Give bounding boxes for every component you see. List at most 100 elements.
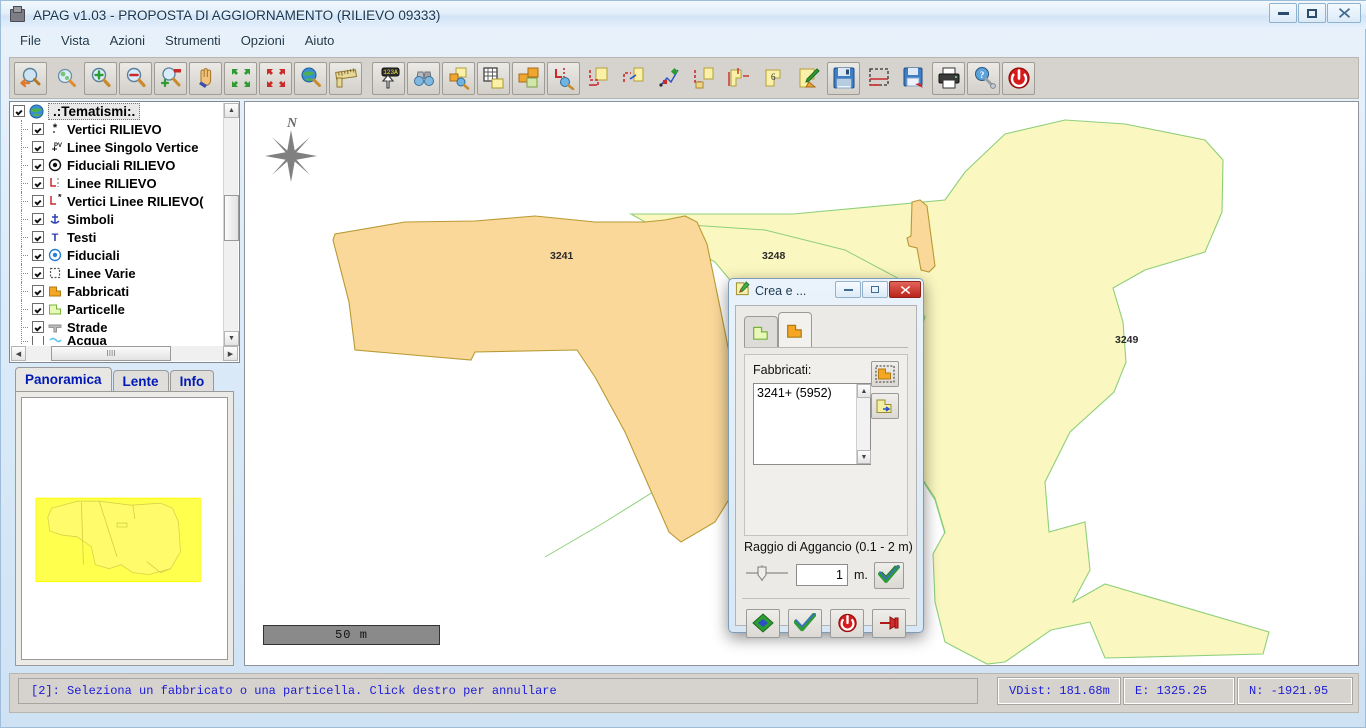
select-building-button[interactable] xyxy=(871,361,899,387)
help-button[interactable]: ? xyxy=(967,61,1000,95)
sidebar-item-linee-varie[interactable]: Linee Varie xyxy=(10,264,239,282)
create-building-button[interactable] xyxy=(687,62,720,95)
menu-opzioni[interactable]: Opzioni xyxy=(232,31,294,50)
zoom-in-button[interactable] xyxy=(84,61,117,95)
raggio-slider[interactable] xyxy=(744,563,790,587)
dialog-tab-fabbricati[interactable] xyxy=(778,312,812,348)
tab-panoramica[interactable]: Panoramica xyxy=(15,367,112,391)
fabbricati-listbox[interactable]: 3241+ (5952) ▲ ▼ xyxy=(753,383,871,465)
dialog-close-button[interactable] xyxy=(889,281,921,298)
tree-hscroll-thumb[interactable]: IIII xyxy=(51,346,171,361)
checkbox-vertici-rilievo[interactable] xyxy=(32,123,44,135)
menu-azioni[interactable]: Azioni xyxy=(101,31,154,50)
checkbox-strade[interactable] xyxy=(32,321,44,333)
table-grid-button[interactable] xyxy=(477,61,510,95)
sidebar-item-simboli[interactable]: Simboli xyxy=(10,210,239,228)
select-red-button[interactable] xyxy=(259,61,292,95)
zoom-out-button[interactable] xyxy=(119,61,152,95)
raggio-input[interactable]: 1 xyxy=(796,564,848,586)
panorama-view[interactable] xyxy=(21,397,228,660)
annotate-button[interactable] xyxy=(792,62,825,95)
tree-vertical-scrollbar[interactable]: ▲ ▼ xyxy=(223,103,239,346)
menu-vista[interactable]: Vista xyxy=(52,31,99,50)
dialog-minimize-button[interactable] xyxy=(835,281,861,298)
zoom-full-extent-button[interactable] xyxy=(49,62,82,95)
ruler-measure-button[interactable] xyxy=(329,61,362,95)
scroll-up-arrow-icon[interactable]: ▲ xyxy=(857,384,871,398)
split-parcel-button[interactable] xyxy=(722,62,755,95)
checkbox-fabbricati[interactable] xyxy=(32,285,44,297)
zoom-window-button[interactable] xyxy=(154,61,187,95)
cancel-button[interactable] xyxy=(830,608,864,638)
checkbox-acqua[interactable] xyxy=(32,336,44,345)
sidebar-item-fiduciali-rilievo[interactable]: Fiduciali RILIEVO xyxy=(10,156,239,174)
sidebar-item-testi[interactable]: T Testi xyxy=(10,228,239,246)
scroll-down-arrow-icon[interactable]: ▼ xyxy=(224,331,239,346)
checkbox-linee-rilievo[interactable] xyxy=(32,177,44,189)
maximize-button[interactable] xyxy=(1298,3,1326,23)
scroll-down-arrow-icon[interactable]: ▼ xyxy=(857,450,871,464)
sidebar-item-strade[interactable]: Strade xyxy=(10,318,239,336)
checkbox-linee-singolo-vertice[interactable] xyxy=(32,141,44,153)
merge-building-button[interactable] xyxy=(871,393,899,419)
sidebar-item-linee-singolo-vertice[interactable]: PV Linee Singolo Vertice xyxy=(10,138,239,156)
menu-aiuto[interactable]: Aiuto xyxy=(296,31,344,50)
checkbox-testi[interactable] xyxy=(32,231,44,243)
query-lines-button[interactable] xyxy=(547,61,580,95)
menu-file[interactable]: File xyxy=(11,31,50,50)
checkbox-particelle[interactable] xyxy=(32,303,44,315)
scroll-up-arrow-icon[interactable]: ▲ xyxy=(224,103,239,118)
dialog-maximize-button[interactable] xyxy=(862,281,888,298)
sidebar-item-fiduciali[interactable]: Fiduciali xyxy=(10,246,239,264)
menu-strumenti[interactable]: Strumenti xyxy=(156,31,230,50)
tab-info[interactable]: Info xyxy=(169,370,215,391)
pin-button[interactable] xyxy=(872,608,906,638)
select-polygons-button[interactable] xyxy=(512,61,545,95)
tree-horizontal-scrollbar[interactable]: ◀ IIII ▶ xyxy=(11,346,238,361)
dialog-title-bar[interactable]: Crea e ... xyxy=(729,279,925,303)
print-button[interactable] xyxy=(932,61,965,95)
checkbox-tematismi[interactable] xyxy=(13,105,25,117)
scroll-right-arrow-icon[interactable]: ▶ xyxy=(223,346,238,361)
exit-button[interactable] xyxy=(1002,61,1035,95)
fabbricati-list-item[interactable]: 3241+ (5952) xyxy=(754,384,856,464)
zoom-previous-button[interactable] xyxy=(14,61,47,95)
checkbox-vertici-linee-rilievo[interactable] xyxy=(32,195,44,207)
sidebar-item-particelle[interactable]: Particelle xyxy=(10,300,239,318)
scroll-left-arrow-icon[interactable]: ◀ xyxy=(11,346,26,361)
checkbox-simboli[interactable] xyxy=(32,213,44,225)
checkbox-fiduciali-rilievo[interactable] xyxy=(32,159,44,171)
checkbox-linee-varie[interactable] xyxy=(32,267,44,279)
tab-lente[interactable]: Lente xyxy=(112,370,169,391)
sidebar-item-linee-rilievo[interactable]: Linee RILIEVO xyxy=(10,174,239,192)
binoculars-search-button[interactable] xyxy=(407,61,440,95)
sidebar-item-vertici-rilievo[interactable]: * Vertici RILIEVO xyxy=(10,120,239,138)
checkbox-fiduciali[interactable] xyxy=(32,249,44,261)
apply-button[interactable] xyxy=(746,608,780,638)
tree-vscroll-thumb[interactable] xyxy=(224,195,239,241)
raggio-confirm-button[interactable] xyxy=(873,561,904,589)
confirm-button[interactable] xyxy=(788,608,822,638)
listbox-scrollbar[interactable]: ▲ ▼ xyxy=(856,384,871,464)
dashed-box-button[interactable] xyxy=(862,62,895,95)
globe-zoom-button[interactable] xyxy=(294,61,327,95)
crea-dialog[interactable]: Crea e ... Fabbricati: 3241+ (5952) ▲ ▼ … xyxy=(728,278,925,638)
edit-lines-button[interactable] xyxy=(582,62,615,95)
minimize-button[interactable] xyxy=(1269,3,1297,23)
close-button[interactable] xyxy=(1327,3,1361,23)
coordinates-entry-button[interactable]: 123A xyxy=(372,61,405,95)
sidebar-item-vertici-linee-rilievo[interactable]: * Vertici Linee RILIEVO( xyxy=(10,192,239,210)
dialog-tab-particelle[interactable] xyxy=(744,316,778,348)
sidebar-item-fabbricati[interactable]: Fabbricati xyxy=(10,282,239,300)
edit-parcel-button[interactable] xyxy=(617,62,650,95)
select-green-button[interactable] xyxy=(224,61,257,95)
export-button[interactable] xyxy=(897,62,930,95)
numbering-button[interactable]: 6 xyxy=(757,62,790,95)
points-edit-button[interactable] xyxy=(652,62,685,95)
identify-parcel-button[interactable] xyxy=(442,61,475,95)
sidebar-item-acqua[interactable]: Acqua xyxy=(10,336,239,345)
pan-button[interactable] xyxy=(189,61,222,95)
tree-root-tematismi[interactable]: .:Tematismi:. xyxy=(10,102,239,120)
save-button[interactable] xyxy=(827,61,860,95)
layer-tree[interactable]: .:Tematismi:. * Vertici RILIEVO PV Linee… xyxy=(9,101,240,363)
